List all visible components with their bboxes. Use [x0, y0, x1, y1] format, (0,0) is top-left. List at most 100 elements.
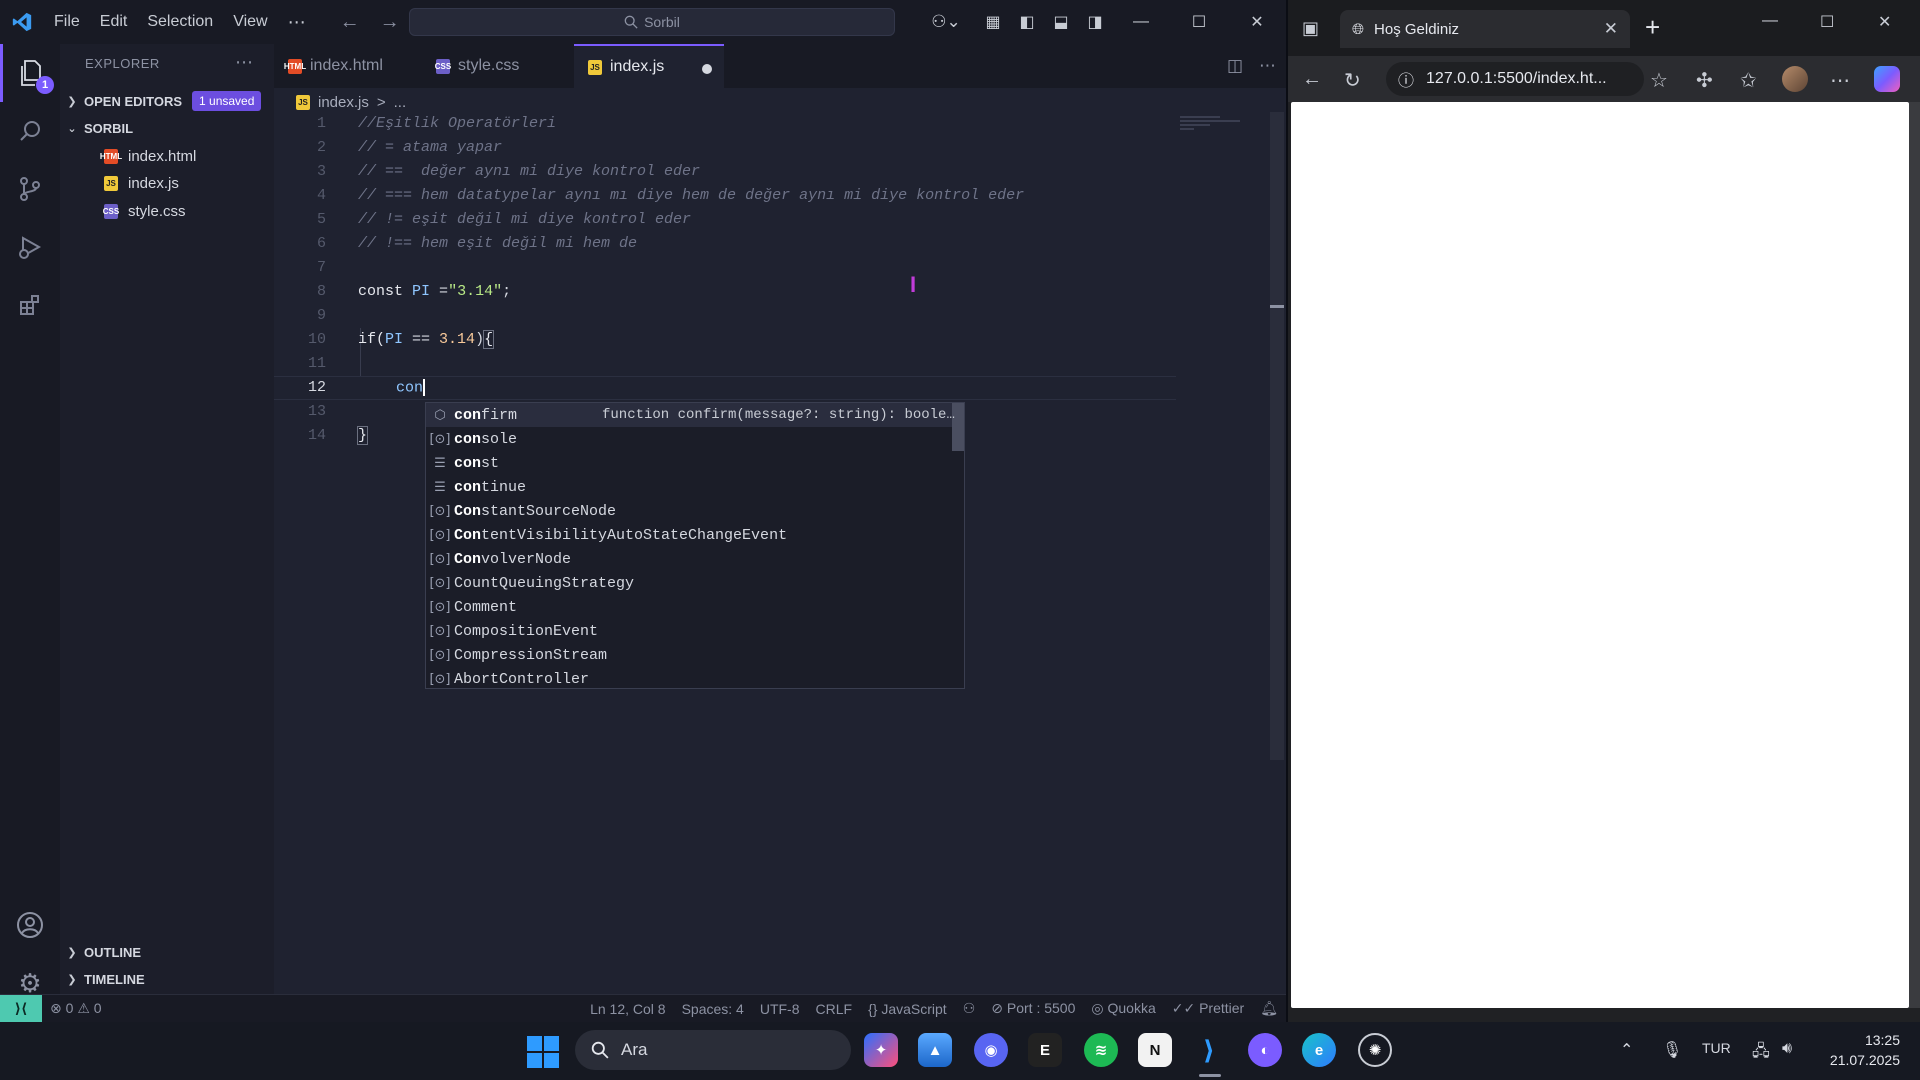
browser-page-content[interactable] — [1291, 102, 1909, 1008]
editor-more-icon[interactable]: ⋯ — [1259, 56, 1276, 76]
explorer-more-icon[interactable]: ⋯ — [235, 52, 253, 73]
suggest-item-const[interactable]: ☰ con st — [426, 451, 952, 475]
suggest-item-contentvisibility[interactable]: [⊙] Con tentVisibilityAutoStateChangeEven… — [426, 523, 952, 547]
tab-actions-icon[interactable]: ▣ — [1302, 18, 1319, 39]
minimap[interactable] — [1180, 116, 1260, 136]
browser-scrollbar[interactable] — [1909, 102, 1920, 1008]
timeline-section[interactable]: ❯ TIMELINE — [60, 967, 274, 991]
indentation[interactable]: Spaces: 4 — [674, 1001, 752, 1017]
tab-index-js[interactable]: JS index.js — [574, 44, 724, 88]
new-tab-button[interactable]: + — [1645, 12, 1660, 43]
menu-file[interactable]: File — [44, 13, 90, 31]
tab-style-css[interactable]: CSS style.css — [422, 44, 574, 88]
run-debug-icon[interactable] — [0, 218, 60, 276]
profile-avatar[interactable] — [1782, 66, 1808, 92]
suggest-item-countqueuingstrategy[interactable]: [⊙] CountQueuingStrategy — [426, 571, 952, 595]
explorer-icon[interactable]: 1 — [0, 44, 60, 102]
open-editors-section[interactable]: ❯ OPEN EDITORS 1 unsaved — [60, 89, 274, 113]
file-item-style-css[interactable]: CSS style.css — [103, 198, 186, 224]
spotify-icon[interactable]: ≋ — [1084, 1033, 1118, 1067]
notifications-bell-icon[interactable]: 🔔︎ — [1252, 1000, 1286, 1017]
suggest-item-confirm[interactable]: ⬡ con firm function confirm(message?: str… — [426, 403, 955, 427]
quokka-status[interactable]: ◎ Quokka — [1083, 1000, 1163, 1017]
cursor-position[interactable]: Ln 12, Col 8 — [582, 1001, 674, 1017]
extensions-icon[interactable] — [0, 276, 60, 334]
suggest-item-constantsourcenode[interactable]: [⊙] Con stantSourceNode — [426, 499, 952, 523]
edge-browser-icon[interactable]: e — [1302, 1033, 1336, 1067]
extensions-puzzle-icon[interactable]: ✣ — [1696, 68, 1713, 93]
browser-minimize-button[interactable]: — — [1762, 12, 1778, 30]
maximize-button[interactable]: ☐ — [1170, 0, 1228, 44]
unsaved-dot-icon[interactable] — [702, 64, 712, 74]
system-clock[interactable]: 13:25 21.07.2025 — [1820, 1030, 1900, 1070]
keyboard-language[interactable]: TUR — [1702, 1040, 1731, 1056]
suggest-item-abortcontroller[interactable]: [⊙] AbortController — [426, 667, 952, 691]
menu-more-button[interactable]: ⋯ — [278, 12, 316, 33]
browser-close-button[interactable]: ✕ — [1878, 12, 1891, 32]
browser-maximize-button[interactable]: ☐ — [1820, 12, 1834, 32]
close-button[interactable]: ✕ — [1228, 0, 1286, 44]
breadcrumb-rest[interactable]: ... — [394, 94, 407, 111]
editor-scrollbar[interactable] — [1270, 112, 1284, 760]
command-center-search[interactable]: Sorbil — [409, 8, 895, 36]
split-editor-icon[interactable]: ◫ — [1227, 56, 1243, 76]
customize-layout-icon[interactable]: ▦ — [976, 12, 1010, 32]
gallery-app-icon[interactable]: ▲ — [918, 1033, 952, 1067]
chatgpt-icon[interactable]: ✺ — [1358, 1033, 1392, 1067]
epic-games-icon[interactable]: E — [1028, 1033, 1062, 1067]
favorites-icon[interactable]: ✩ — [1740, 68, 1757, 93]
suggest-item-compressionstream[interactable]: [⊙] CompressionStream — [426, 643, 952, 667]
source-control-icon[interactable] — [0, 160, 60, 218]
menu-view[interactable]: View — [223, 13, 277, 31]
live-server-port[interactable]: ⊘ Port : 5500 — [983, 1000, 1083, 1017]
microphone-icon[interactable]: 🎙︎ — [1662, 1040, 1682, 1060]
breadcrumb-file[interactable]: index.js — [318, 94, 369, 111]
volume-icon[interactable]: 🔊︎ — [1782, 1040, 1792, 1058]
suggest-item-continue[interactable]: ☰ con tinue — [426, 475, 952, 499]
problems-indicator[interactable]: ⊗ 0 ⚠ 0 — [42, 1000, 110, 1017]
menu-edit[interactable]: Edit — [90, 13, 138, 31]
toggle-sidebar-icon[interactable]: ◧ — [1010, 12, 1044, 32]
copilot-icon[interactable]: ⚇⌄ — [924, 12, 968, 32]
close-tab-icon[interactable]: ✕ — [1604, 19, 1618, 39]
outline-section[interactable]: ❯ OUTLINE — [60, 940, 274, 964]
notion-icon[interactable]: N — [1138, 1033, 1172, 1067]
windows-start-icon[interactable] — [527, 1036, 559, 1068]
toggle-secondary-sidebar-icon[interactable]: ◨ — [1078, 12, 1112, 32]
address-bar[interactable]: ⓘ 127.0.0.1:5500/index.ht... — [1386, 62, 1644, 96]
copilot-icon[interactable] — [1874, 66, 1900, 92]
minimize-button[interactable]: — — [1112, 0, 1170, 44]
tray-overflow-chevron-icon[interactable]: ⌃ — [1620, 1040, 1633, 1060]
prettier-status[interactable]: ✓✓ Prettier — [1164, 1000, 1252, 1017]
suggest-item-convolvernode[interactable]: [⊙] Con volverNode — [426, 547, 952, 571]
folder-section[interactable]: ⌄ SORBIL — [60, 116, 274, 140]
end-of-line[interactable]: CRLF — [808, 1001, 861, 1017]
copilot-status-icon[interactable]: ⚇ — [955, 1000, 984, 1017]
file-item-index-html[interactable]: HTML index.html — [100, 143, 196, 169]
tab-index-html[interactable]: HTML index.html — [274, 44, 422, 88]
toggle-panel-icon[interactable]: ⬓ — [1044, 12, 1078, 32]
vscode-taskbar-icon[interactable]: ⟩ — [1192, 1033, 1226, 1067]
site-info-icon[interactable]: ⓘ — [1398, 67, 1414, 91]
back-icon[interactable]: ← — [1302, 68, 1322, 91]
network-icon[interactable]: 🖧︎ — [1752, 1040, 1770, 1067]
language-mode[interactable]: {} JavaScript — [860, 1001, 955, 1017]
remote-indicator-icon[interactable]: ⟩⟨ — [0, 995, 42, 1022]
browser-tab[interactable]: 🌐︎ Hoş Geldiniz ✕ — [1340, 10, 1630, 48]
discord-icon[interactable]: ◉ — [974, 1033, 1008, 1067]
suggest-item-compositionevent[interactable]: [⊙] CompositionEvent — [426, 619, 952, 643]
forward-arrow-icon[interactable]: → — [380, 11, 400, 34]
accounts-icon[interactable] — [0, 900, 60, 950]
photos-app-icon[interactable]: ✦ — [864, 1033, 898, 1067]
github-desktop-icon[interactable]: ◐ — [1248, 1033, 1282, 1067]
back-arrow-icon[interactable]: ← — [340, 11, 360, 34]
refresh-icon[interactable]: ↻ — [1344, 68, 1361, 93]
suggest-item-console[interactable]: [⊙] con sole — [426, 427, 952, 451]
menu-selection[interactable]: Selection — [137, 13, 223, 31]
encoding[interactable]: UTF-8 — [752, 1001, 808, 1017]
suggest-item-comment[interactable]: [⊙] Comment — [426, 595, 952, 619]
browser-menu-icon[interactable]: ⋯ — [1830, 68, 1850, 93]
file-item-index-js[interactable]: JS index.js — [104, 170, 179, 196]
search-icon[interactable] — [0, 102, 60, 160]
favorite-star-icon[interactable]: ☆ — [1650, 68, 1668, 93]
